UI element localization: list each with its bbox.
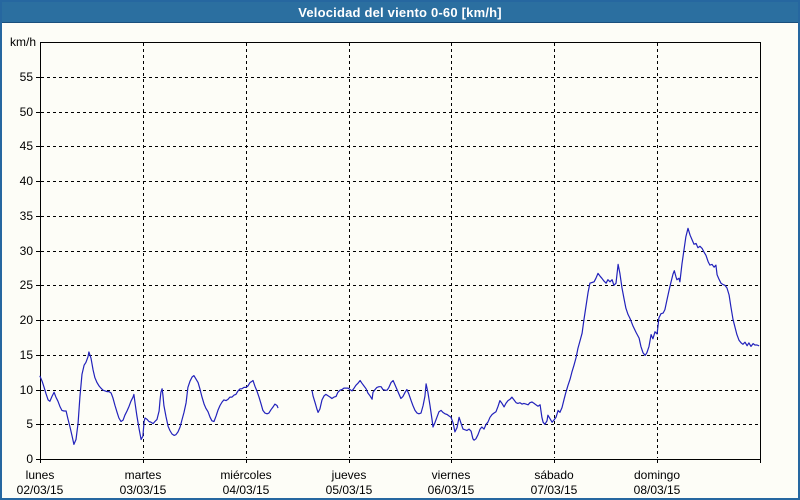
y-tick-label: 55	[20, 70, 34, 84]
day-name-label: viernes	[432, 468, 471, 482]
day-name-label: domingo	[634, 468, 680, 482]
day-date-label: 02/03/15	[17, 483, 64, 497]
y-tick-label: 40	[20, 174, 34, 188]
y-tick-label: 35	[20, 209, 34, 223]
day-date-label: 07/03/15	[531, 483, 578, 497]
day-date-label: 06/03/15	[428, 483, 475, 497]
day-name-label: jueves	[331, 468, 367, 482]
y-tick-label: 25	[20, 278, 34, 292]
page-title: Velocidad del viento 0-60 [km/h]	[298, 5, 502, 20]
wind-speed-chart: 0 5 10 15 20 25 30 35 40 45 50 55 lunes02/03/15 marte…	[0, 0, 800, 500]
y-tick-label: 20	[20, 313, 34, 327]
y-tick-label: 50	[20, 105, 34, 119]
day-name-label: lunes	[26, 468, 55, 482]
day-date-label: 05/03/15	[326, 483, 373, 497]
day-name-label: miércoles	[220, 468, 271, 482]
day-date-label: 08/03/15	[634, 483, 681, 497]
y-tick-label: 45	[20, 139, 34, 153]
y-tick-label: 30	[20, 244, 34, 258]
y-axis-unit-label: km/h	[10, 35, 36, 49]
day-date-label: 03/03/15	[120, 483, 167, 497]
wind-speed-line	[312, 228, 759, 440]
day-date-label: 04/03/15	[223, 483, 270, 497]
wind-speed-line	[40, 352, 278, 444]
title-bar: Velocidad del viento 0-60 [km/h]	[2, 2, 798, 23]
day-name-label: sábado	[534, 468, 574, 482]
day-name-label: martes	[125, 468, 162, 482]
weather-chart-window: Velocidad del viento 0-60 [km/h] 0 5 10 15 2…	[0, 0, 800, 500]
y-tick-label: 5	[26, 417, 33, 431]
y-tick-label: 15	[20, 348, 34, 362]
y-tick-label: 10	[20, 383, 34, 397]
y-tick-label: 0	[26, 452, 33, 466]
